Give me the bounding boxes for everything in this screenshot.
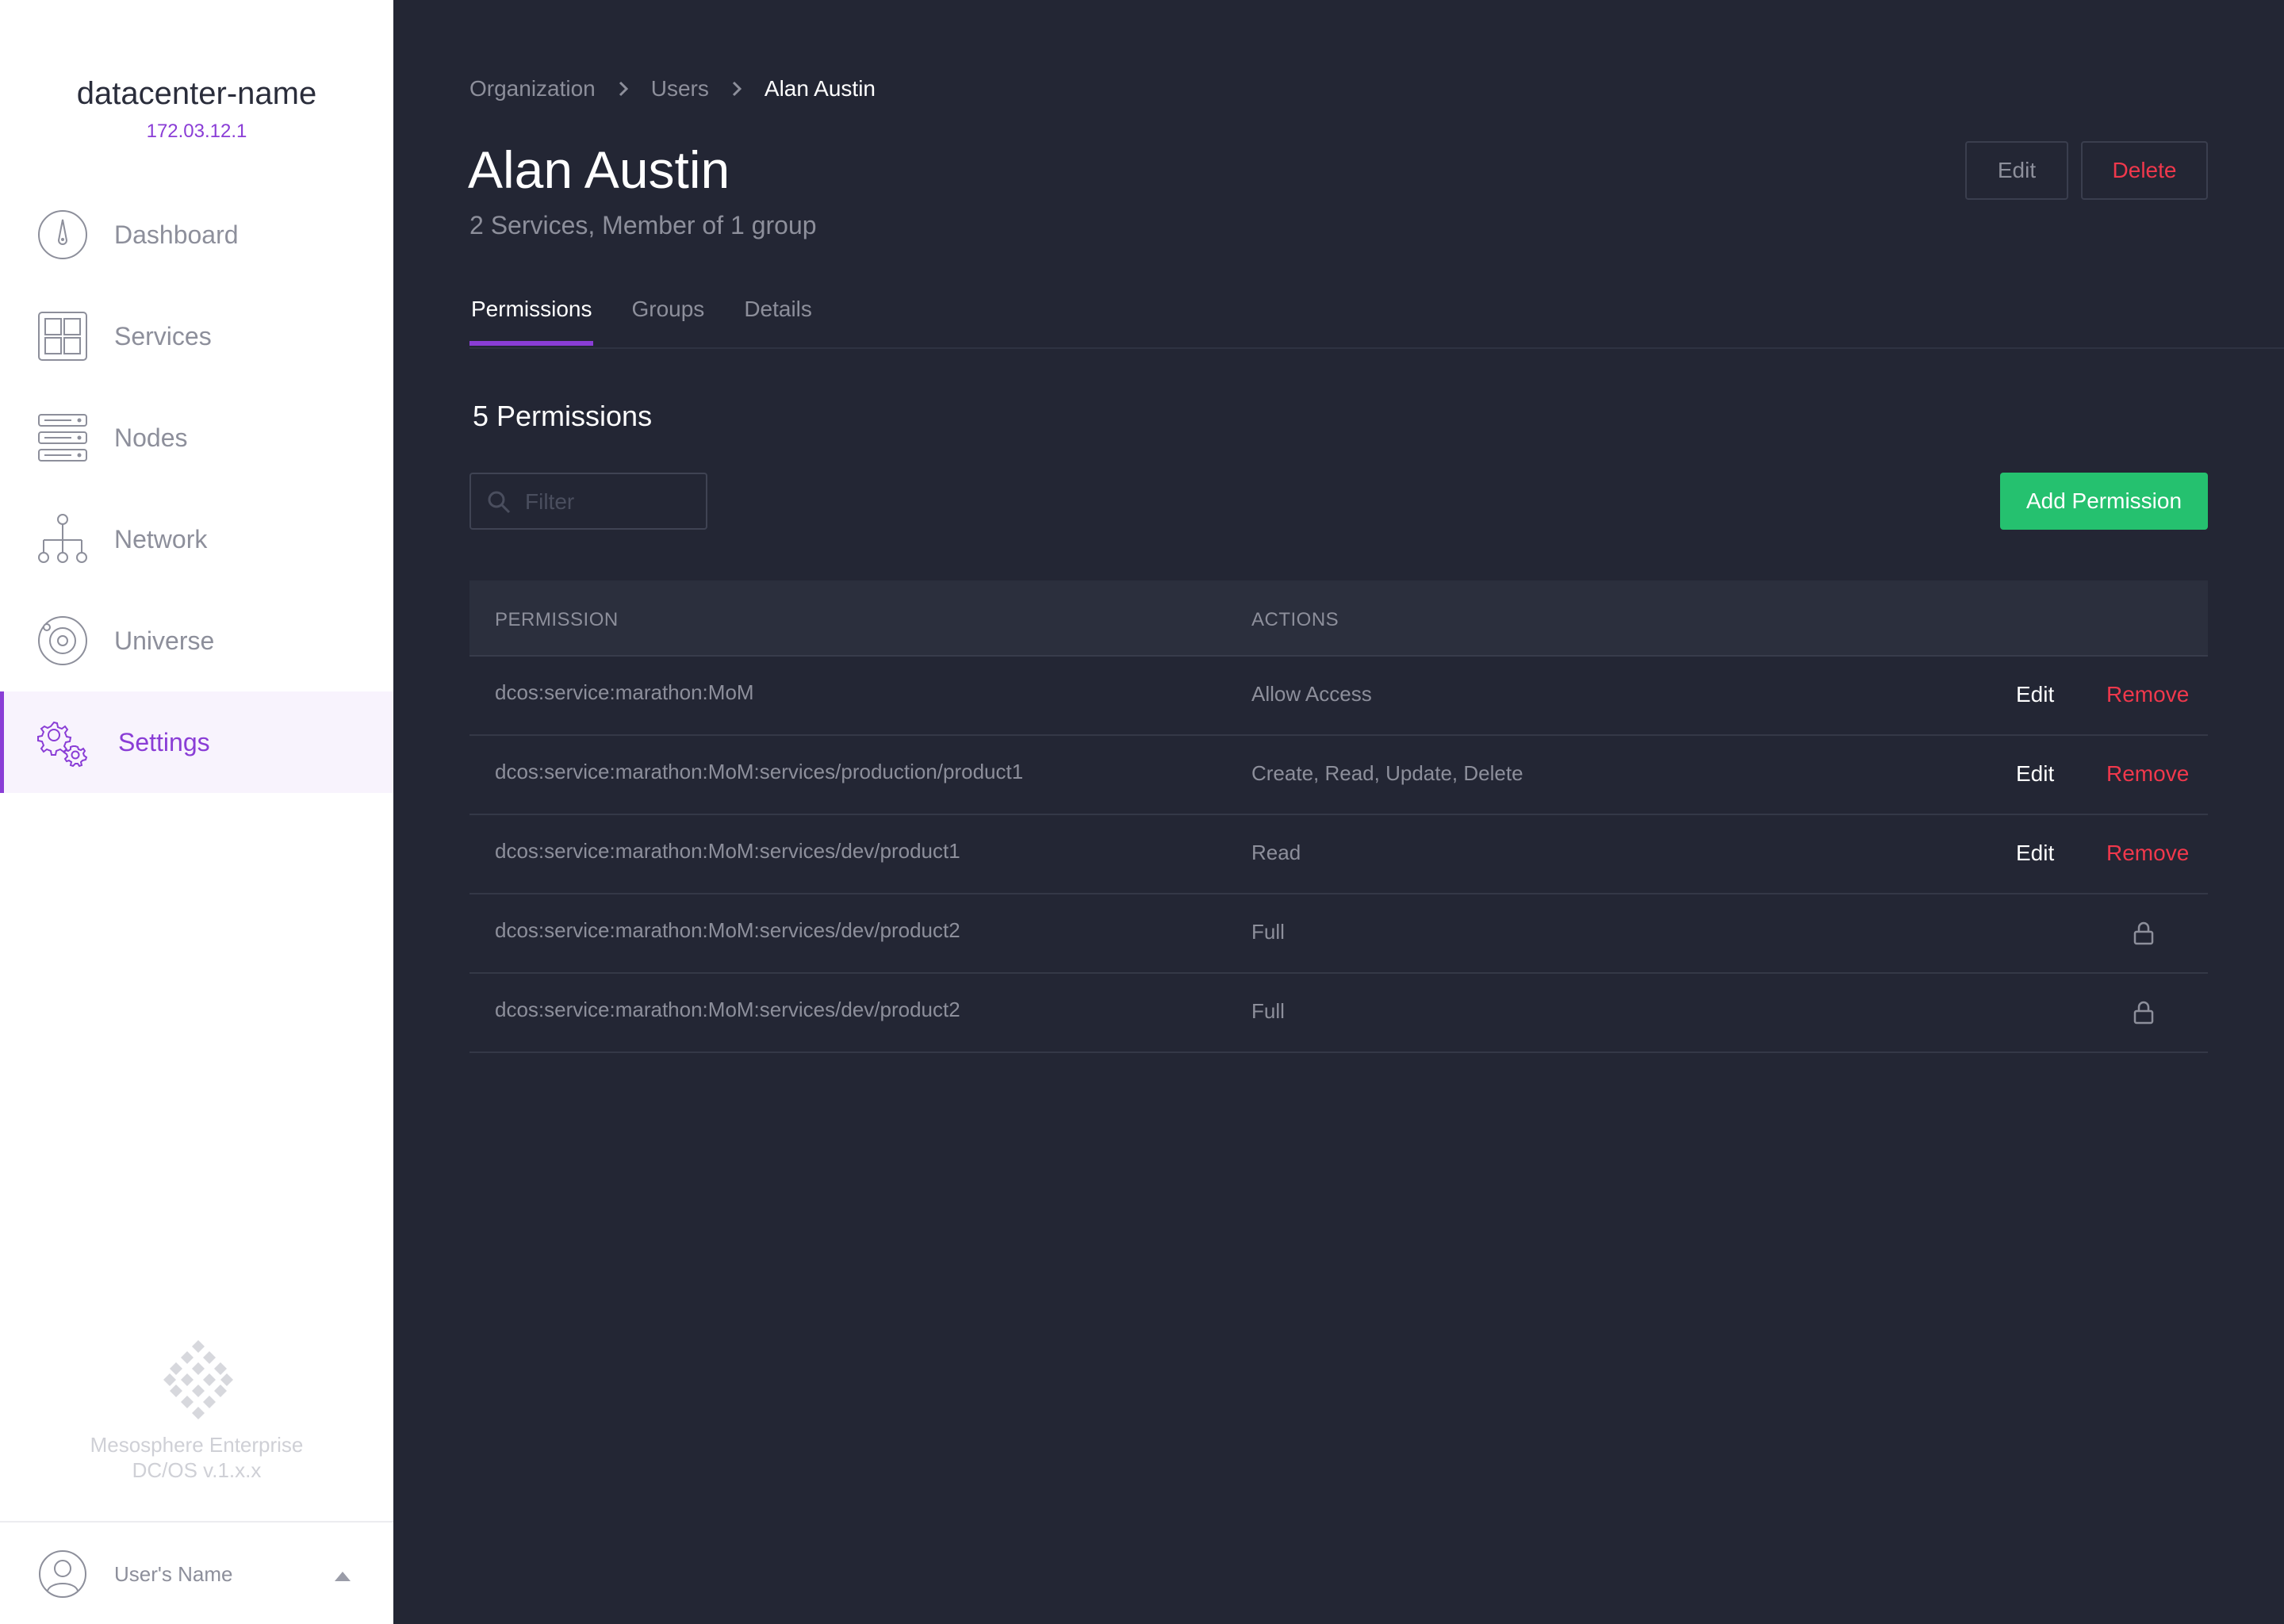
column-header-actions[interactable]: ACTIONS <box>1251 609 1339 631</box>
permission-cell: dcos:service:marathon:MoM:services/dev/p… <box>495 839 960 863</box>
sidebar-item-nodes[interactable]: Nodes <box>0 387 393 488</box>
sidebar-item-label: Universe <box>114 626 215 655</box>
tab-permissions[interactable]: Permissions <box>469 297 594 346</box>
sidebar-item-label: Network <box>114 524 208 553</box>
permission-cell: dcos:service:marathon:MoM:services/dev/p… <box>495 998 960 1021</box>
sidebar-item-network[interactable]: Network <box>0 488 393 590</box>
brand-version: DC/OS v.1.x.x <box>132 1458 262 1482</box>
user-menu[interactable]: User's Name <box>0 1521 393 1624</box>
sidebar: datacenter-name 172.03.12.1 Dashboard Se… <box>0 0 393 1624</box>
table-row: dcos:service:marathon:MoM Allow Access E… <box>469 657 2208 736</box>
actions-cell: Allow Access <box>1251 682 1372 706</box>
row-remove-button[interactable]: Remove <box>2106 841 2189 866</box>
actions-cell: Create, Read, Update, Delete <box>1251 761 1523 785</box>
delete-button[interactable]: Delete <box>2081 141 2208 200</box>
row-remove-button[interactable]: Remove <box>2106 761 2189 787</box>
actions-cell: Full <box>1251 999 1285 1023</box>
add-permission-button[interactable]: Add Permission <box>2000 473 2208 530</box>
table-row: dcos:service:marathon:MoM:services/dev/p… <box>469 815 2208 894</box>
table-header: PERMISSION ACTIONS <box>469 580 2208 657</box>
permission-cell: dcos:service:marathon:MoM <box>495 680 754 704</box>
avatar <box>39 1550 86 1598</box>
row-edit-button[interactable]: Edit <box>2016 682 2054 707</box>
sidebar-item-services[interactable]: Services <box>0 285 393 387</box>
tab-details[interactable]: Details <box>744 297 812 346</box>
dashboard-icon <box>38 210 87 259</box>
actions-cell: Read <box>1251 841 1301 864</box>
sidebar-item-label: Nodes <box>114 423 188 452</box>
sidebar-item-label: Dashboard <box>114 220 239 249</box>
datacenter-ip: 172.03.12.1 <box>146 121 247 142</box>
user-name: User's Name <box>114 1562 233 1586</box>
network-icon <box>38 514 87 563</box>
sidebar-item-settings[interactable]: Settings <box>0 691 393 793</box>
sidebar-item-label: Settings <box>118 727 210 756</box>
tab-bar: Permissions Groups Details <box>469 297 852 346</box>
table-row: dcos:service:marathon:MoM:services/dev/p… <box>469 894 2208 974</box>
sidebar-item-label: Services <box>114 321 212 350</box>
search-icon <box>488 491 511 514</box>
lock-icon <box>2133 1001 2154 1025</box>
filter-input[interactable] <box>523 474 701 530</box>
services-icon <box>38 312 87 361</box>
permissions-count-heading: 5 Permissions <box>473 400 653 432</box>
page-subtitle: 2 Services, Member of 1 group <box>469 211 817 239</box>
permissions-table: PERMISSION ACTIONS dcos:service:marathon… <box>469 580 2208 1053</box>
table-row: dcos:service:marathon:MoM:services/produ… <box>469 736 2208 815</box>
nodes-icon <box>38 414 87 462</box>
mesosphere-logo-icon <box>163 1340 233 1419</box>
datacenter-name: datacenter-name <box>76 76 317 111</box>
filter-field[interactable] <box>469 473 707 530</box>
breadcrumb-organization[interactable]: Organization <box>469 76 596 102</box>
row-edit-button[interactable]: Edit <box>2016 841 2054 866</box>
permission-cell: dcos:service:marathon:MoM:services/produ… <box>495 760 1024 783</box>
breadcrumb-users[interactable]: Users <box>651 76 709 102</box>
settings-icon <box>37 721 88 768</box>
tabs-divider <box>469 347 2284 349</box>
table-row: dcos:service:marathon:MoM:services/dev/p… <box>469 974 2208 1053</box>
lock-icon <box>2133 921 2154 945</box>
actions-cell: Full <box>1251 920 1285 944</box>
permission-cell: dcos:service:marathon:MoM:services/dev/p… <box>495 918 960 942</box>
brand-text: Mesosphere Enterprise DC/OS v.1.x.x <box>0 1432 393 1483</box>
column-header-permission[interactable]: PERMISSION <box>495 609 619 631</box>
row-edit-button[interactable]: Edit <box>2016 761 2054 787</box>
brand-name: Mesosphere Enterprise <box>90 1433 304 1457</box>
page-title: Alan Austin <box>468 140 730 199</box>
chevron-right-icon <box>722 78 752 100</box>
sidebar-item-universe[interactable]: Universe <box>0 590 393 691</box>
tab-groups[interactable]: Groups <box>631 297 704 346</box>
breadcrumb: Organization Users Alan Austin <box>469 76 876 102</box>
caret-up-icon[interactable] <box>335 1572 351 1581</box>
chevron-right-icon <box>608 78 638 100</box>
universe-icon <box>38 616 87 665</box>
breadcrumb-current: Alan Austin <box>764 76 876 101</box>
edit-button[interactable]: Edit <box>1965 141 2068 200</box>
sidebar-item-dashboard[interactable]: Dashboard <box>0 184 393 285</box>
row-remove-button[interactable]: Remove <box>2106 682 2189 707</box>
